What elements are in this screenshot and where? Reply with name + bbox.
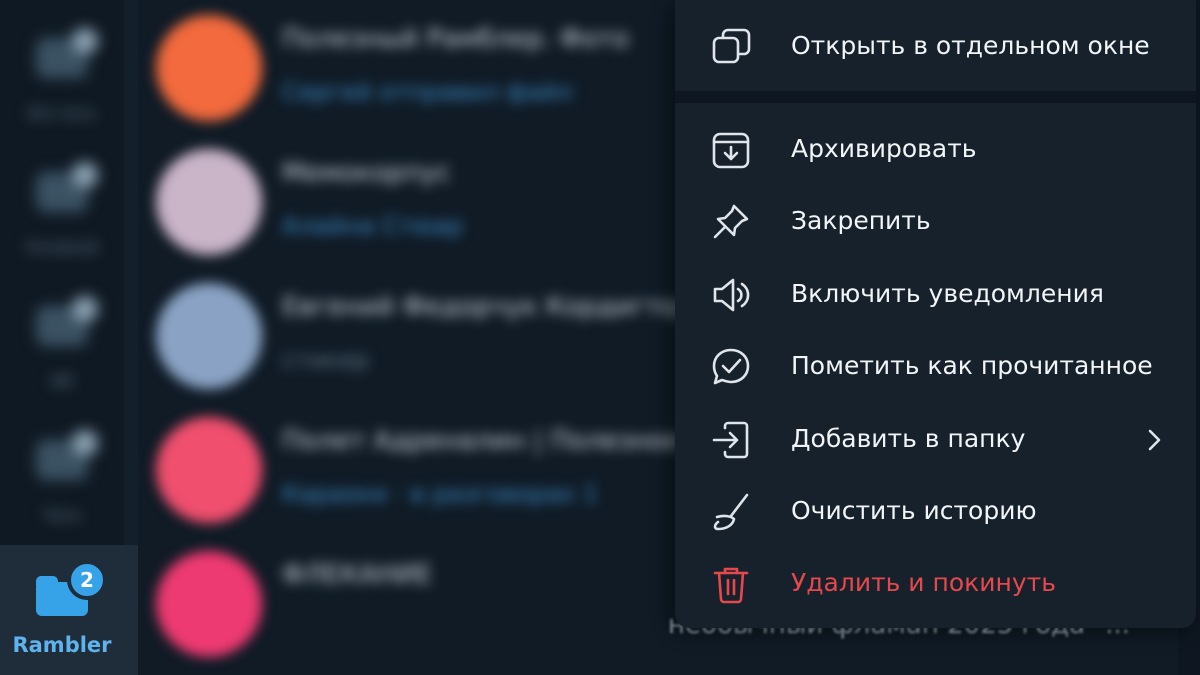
chats-folder-icon bbox=[36, 28, 98, 78]
folder-label: ИИ bbox=[51, 374, 73, 390]
menu-item-label: Включить уведомления bbox=[791, 279, 1104, 308]
chat-title: Полет Адреналин | Полезное bbox=[282, 426, 682, 456]
folder-chats[interactable]: Чаты bbox=[0, 402, 124, 532]
menu-item-mark-read[interactable]: Пометить как прочитанное bbox=[675, 336, 1196, 398]
chats-folder-icon bbox=[36, 162, 98, 212]
folder-icon bbox=[36, 296, 98, 346]
chat-preview: Караоке · в разговорах 1 bbox=[282, 480, 599, 508]
folder-sidebar: Все чаты Основной ИИ Чаты 2 Rambler bbox=[0, 0, 138, 675]
menu-item-label: Открыть в отдельном окне bbox=[791, 31, 1150, 60]
trash-icon bbox=[713, 567, 749, 604]
chat-title: Евгений Федорчук Кордигтор bbox=[282, 292, 693, 322]
folder-main[interactable]: Основной bbox=[0, 134, 124, 264]
broom-icon bbox=[713, 493, 749, 531]
menu-item-unmute[interactable]: Включить уведомления bbox=[675, 264, 1196, 326]
folder-list-blurred: Все чаты Основной ИИ Чаты bbox=[0, 0, 138, 545]
chat-preview: Сергей отправил файл bbox=[282, 78, 573, 106]
chat-context-menu: Открыть в отдельном окне Архивировать За… bbox=[675, 0, 1196, 628]
menu-item-label: Архивировать bbox=[791, 134, 977, 163]
avatar bbox=[156, 551, 262, 657]
avatar bbox=[156, 283, 262, 389]
folder-rambler[interactable]: 2 Rambler bbox=[0, 545, 138, 675]
menu-item-archive[interactable]: Архивировать bbox=[675, 119, 1196, 181]
folder-label: Rambler bbox=[12, 633, 112, 657]
chat-title: ФЛЕКАНИЕ bbox=[282, 560, 433, 590]
folder-all-chats[interactable]: Все чаты bbox=[0, 0, 124, 130]
menu-item-pin[interactable]: Закрепить bbox=[675, 191, 1196, 253]
chevron-right-icon bbox=[1148, 429, 1161, 451]
avatar bbox=[156, 149, 262, 255]
chat-preview: стикер bbox=[282, 346, 370, 374]
folder-ai[interactable]: ИИ bbox=[0, 268, 124, 398]
avatar bbox=[156, 417, 262, 523]
new-window-icon bbox=[712, 28, 751, 64]
rail-divider bbox=[124, 0, 138, 545]
menu-item-label: Закрепить bbox=[791, 206, 931, 235]
avatar bbox=[156, 15, 262, 121]
menu-item-clear-history[interactable]: Очистить историю bbox=[675, 481, 1196, 543]
add-to-folder-icon bbox=[712, 421, 749, 459]
menu-item-add-to-folder[interactable]: Добавить в папку bbox=[675, 409, 1196, 471]
chats-folder-icon bbox=[36, 430, 98, 480]
folder-label: Чаты bbox=[43, 508, 81, 524]
folder-label: Все чаты bbox=[28, 106, 96, 122]
folder-label: Основной bbox=[26, 240, 98, 256]
menu-divider bbox=[675, 91, 1196, 103]
chat-preview: Алайна Стюар bbox=[282, 212, 463, 240]
menu-item-label: Удалить и покинуть bbox=[791, 568, 1056, 597]
chat-title: Мемокорпус bbox=[282, 158, 451, 188]
menu-item-open-new-window[interactable]: Открыть в отдельном окне bbox=[675, 16, 1196, 78]
menu-item-label: Пометить как прочитанное bbox=[791, 351, 1153, 380]
read-check-icon bbox=[712, 348, 750, 385]
menu-item-label: Очистить историю bbox=[791, 496, 1037, 525]
unread-badge: 2 bbox=[67, 560, 107, 600]
chat-title: Полезный Рамблер. Фото bbox=[282, 24, 629, 54]
menu-item-label: Добавить в папку bbox=[791, 424, 1026, 453]
speaker-icon bbox=[713, 278, 750, 312]
menu-item-delete-and-leave[interactable]: Удалить и покинуть bbox=[675, 553, 1196, 615]
archive-icon bbox=[712, 132, 750, 169]
pin-icon bbox=[713, 204, 749, 239]
